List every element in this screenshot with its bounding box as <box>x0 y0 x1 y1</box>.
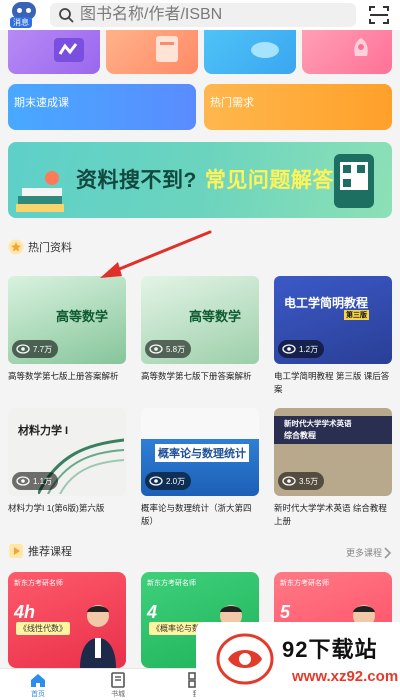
book-title: 高等数学第七版下册答案解析 <box>141 371 252 381</box>
scan-icon[interactable] <box>367 3 391 27</box>
home-icon <box>31 674 45 687</box>
book-card[interactable]: 新时代大学学术英语 综合教程 3.5万 新时代大学学术英语 综合教程 上册 <box>274 408 392 528</box>
message-button[interactable]: 消息 <box>8 2 40 28</box>
view-count: 2.0万 <box>166 476 186 486</box>
feature-tile-3[interactable] <box>204 30 296 74</box>
nav-home-label: 首页 <box>31 691 45 698</box>
feature-tile-4[interactable] <box>302 30 392 74</box>
star-icon <box>8 239 24 255</box>
book-cover: 新时代大学学术英语 综合教程 3.5万 <box>274 408 392 496</box>
book-cover: 概率论与数理统计 2.0万 <box>141 408 259 496</box>
book-card[interactable]: 电工学简明教程 第三版 1.2万 电工学简明教程 第三版 课后答案 <box>274 276 392 396</box>
view-count: 3.5万 <box>299 476 319 486</box>
eye-icon <box>282 344 296 354</box>
book-card[interactable]: 高等数学 7.7万 高等数学第七版上册答案解析 <box>8 276 126 383</box>
rocket-icon <box>354 38 368 56</box>
teacher-photo <box>80 605 116 668</box>
eye-icon <box>16 476 30 486</box>
view-count-badge: 2.0万 <box>145 472 192 490</box>
book-cover: 材料力学 I 1.1万 <box>8 408 126 496</box>
book-title: 电工学简明教程 第三版 课后答案 <box>274 371 390 394</box>
cover-title: 新时代大学学术英语 <box>284 419 352 428</box>
eye-icon <box>16 344 30 354</box>
view-count-badge: 1.1万 <box>12 472 59 490</box>
document-icon <box>156 36 178 62</box>
message-badge: 消息 <box>10 17 32 28</box>
cover-title: 高等数学 <box>56 309 109 324</box>
banner-text-1: 资料搜不到? <box>76 169 197 192</box>
view-count: 5.8万 <box>166 344 186 354</box>
top-bar: 消息 <box>0 0 400 30</box>
chevron-right-icon <box>384 546 392 559</box>
nav-home[interactable]: 首页 <box>18 672 58 699</box>
more-courses-label: 更多课程 <box>345 548 382 558</box>
course-subject: 《线性代数》 <box>16 622 70 635</box>
feature-tile-1[interactable] <box>8 30 100 74</box>
course-hours: 4h <box>14 602 36 622</box>
watermark-name: 92下载站 <box>282 637 378 662</box>
cloud-icon <box>251 42 279 58</box>
courses-section-title: 推荐课程 <box>8 542 72 560</box>
cover-subtitle: 第三版 <box>344 310 369 320</box>
eye-icon <box>282 476 296 486</box>
course-card[interactable]: 新东方考研名师 4h 《线性代数》 <box>8 572 126 668</box>
book-cover: 高等数学 5.8万 <box>141 276 259 364</box>
watermark-url: www.xz92.com <box>292 668 399 685</box>
nav-bookstore[interactable]: 书城 <box>98 672 138 699</box>
watermark-logo-icon <box>216 633 274 685</box>
cover-title: 概率论与数理统计 <box>155 444 249 462</box>
hot-title-text: 热门资料 <box>28 242 72 254</box>
view-count-badge: 5.8万 <box>145 340 192 358</box>
cover-title: 电工学简明教程 <box>284 296 369 310</box>
faq-banner[interactable]: 资料搜不到? 常见问题解答 <box>8 142 392 218</box>
view-count: 1.1万 <box>33 476 53 486</box>
quick-card-label: 期末速成课 <box>14 97 69 109</box>
book-cover: 高等数学 7.7万 <box>8 276 126 364</box>
quick-card-label: 热门需求 <box>210 97 254 109</box>
quick-card-hot-demand[interactable]: 热门需求 <box>204 84 392 130</box>
banner-text-2: 常见问题解答 <box>204 169 334 192</box>
course-hours: 4 <box>147 602 158 622</box>
book-title: 概率论与数理统计（浙大第四版） <box>141 503 252 526</box>
course-tag: 新东方考研名师 <box>147 580 196 587</box>
book-card[interactable]: 材料力学 I 1.1万 材料力学I 1(第6版)第六版 <box>8 408 126 515</box>
search-input[interactable] <box>80 3 350 27</box>
course-tag: 新东方考研名师 <box>14 580 63 587</box>
feature-tile-2[interactable] <box>106 30 198 74</box>
view-count-badge: 3.5万 <box>278 472 325 490</box>
view-count-badge: 1.2万 <box>278 340 325 358</box>
book-cover: 电工学简明教程 第三版 1.2万 <box>274 276 392 364</box>
view-count-badge: 7.7万 <box>12 340 59 358</box>
book-card[interactable]: 高等数学 5.8万 高等数学第七版下册答案解析 <box>141 276 259 383</box>
book-icon <box>111 672 125 688</box>
nav-bookstore-label: 书城 <box>111 691 125 698</box>
chart-icon <box>54 38 84 62</box>
cover-subtitle: 综合教程 <box>284 431 316 440</box>
book-title: 新时代大学学术英语 综合教程 上册 <box>274 503 387 526</box>
eye-icon <box>149 476 163 486</box>
view-count: 7.7万 <box>33 344 53 354</box>
course-tag: 新东方考研名师 <box>280 580 329 587</box>
cover-title: 高等数学 <box>189 309 242 324</box>
book-title: 高等数学第七版上册答案解析 <box>8 371 119 381</box>
view-count: 1.2万 <box>299 344 319 354</box>
eye-icon <box>149 344 163 354</box>
book-title: 材料力学I 1(第6版)第六版 <box>8 503 105 513</box>
search-icon <box>59 8 74 23</box>
book-card[interactable]: 概率论与数理统计 2.0万 概率论与数理统计（浙大第四版） <box>141 408 259 528</box>
course-icon <box>9 544 23 558</box>
books-illustration <box>16 171 64 212</box>
quick-card-exam-course[interactable]: 期末速成课 <box>8 84 196 130</box>
qr-phone-illustration <box>334 154 374 208</box>
search-box[interactable] <box>50 3 356 27</box>
course-hours: 5 <box>280 602 291 622</box>
more-courses-link[interactable]: 更多课程 <box>346 546 392 559</box>
courses-title-text: 推荐课程 <box>28 546 72 558</box>
banner-text: 资料搜不到? 常见问题解答 <box>76 164 334 194</box>
site-watermark: 92下载站 www.xz92.com <box>196 622 400 700</box>
hot-section-title: 热门资料 <box>8 238 72 256</box>
